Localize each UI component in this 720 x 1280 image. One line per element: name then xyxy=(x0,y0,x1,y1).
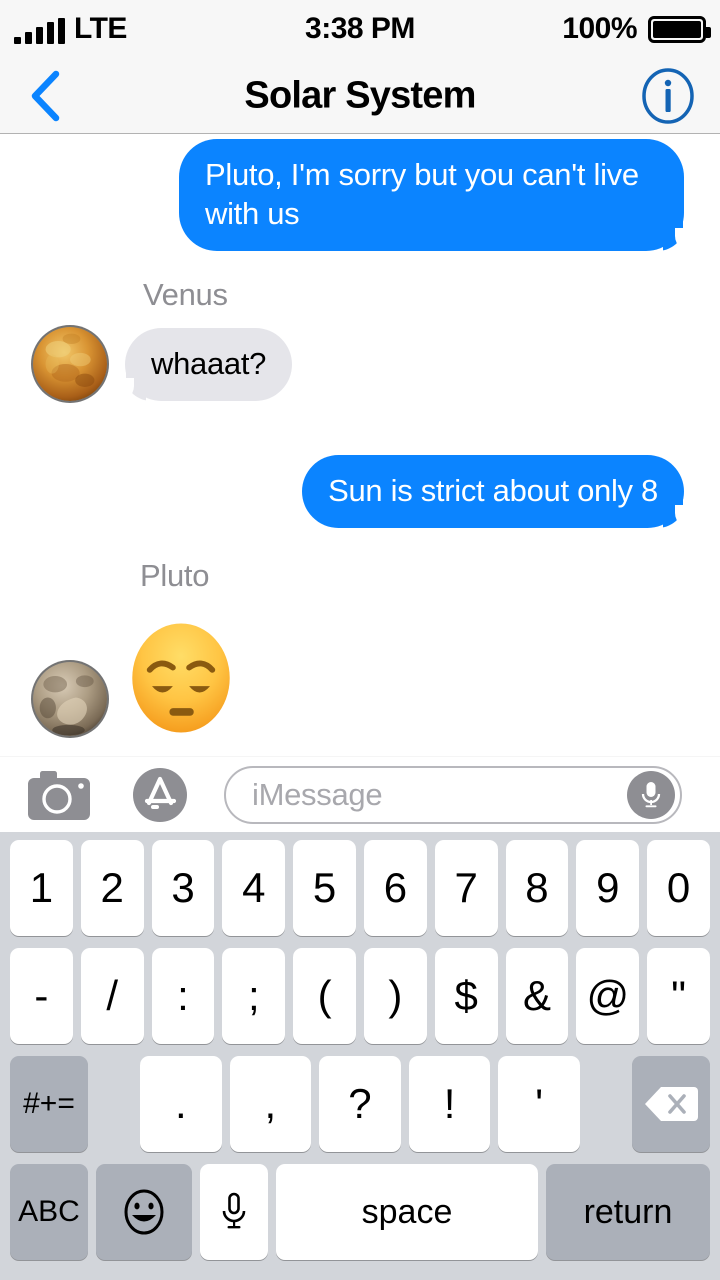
message-text: Sun is strict about only 8 xyxy=(328,473,658,509)
key-symbols-toggle[interactable]: #+= xyxy=(10,1056,88,1152)
key-ampersand[interactable]: & xyxy=(505,948,569,1044)
message-thread[interactable]: Pluto, I'm sorry but you can't live with… xyxy=(0,135,720,756)
venus-planet-avatar[interactable] xyxy=(33,327,107,402)
message-input-placeholder: iMessage xyxy=(252,776,383,812)
venus-planet-image xyxy=(33,327,107,402)
key-9[interactable]: 9 xyxy=(576,840,640,936)
key-period[interactable]: . xyxy=(140,1056,222,1152)
message-bubble-outgoing[interactable]: Pluto, I'm sorry but you can't live with… xyxy=(179,139,697,252)
bubble-tail xyxy=(663,217,697,252)
key-6[interactable]: 6 xyxy=(363,840,427,936)
key-8[interactable]: 8 xyxy=(505,840,569,936)
sender-name: Pluto xyxy=(140,558,210,594)
pluto-planet-avatar[interactable] xyxy=(33,662,107,737)
key-2[interactable]: 2 xyxy=(80,840,144,936)
info-circle-icon xyxy=(642,67,694,124)
message-text: whaaat? xyxy=(151,346,267,382)
message-emoji-large[interactable] xyxy=(123,620,239,736)
microphone-icon xyxy=(222,1192,246,1229)
key-0[interactable]: 0 xyxy=(647,840,710,936)
key-4[interactable]: 4 xyxy=(222,840,286,936)
key-question[interactable]: ? xyxy=(319,1056,401,1152)
app-store-icon xyxy=(133,767,187,822)
emoji-smiley-icon xyxy=(124,1189,164,1235)
battery-full-icon xyxy=(648,15,711,43)
keyboard-row-numbers: 1 2 3 4 5 6 7 8 9 0 xyxy=(0,840,720,936)
info-button[interactable] xyxy=(640,67,696,124)
pensive-face-emoji xyxy=(132,623,230,733)
message-text: Pluto, I'm sorry but you can't live with… xyxy=(205,157,639,232)
key-1[interactable]: 1 xyxy=(10,840,73,936)
microphone-icon xyxy=(641,781,661,807)
keyboard-row-bottom: ABC space return xyxy=(0,1164,720,1260)
keyboard-spacer xyxy=(92,1056,136,1152)
delete-backspace-icon xyxy=(644,1087,698,1121)
key-emoji[interactable] xyxy=(96,1164,192,1260)
key-slash[interactable]: / xyxy=(80,948,144,1044)
key-exclamation[interactable]: ! xyxy=(408,1056,491,1152)
page-title: Solar System xyxy=(244,74,476,116)
imessage-screen: LTE 3:38 PM 100% Solar System Pluto, I'm… xyxy=(0,0,720,1280)
on-screen-keyboard: 1 2 3 4 5 6 7 8 9 0 - / : ; ( ) $ & @ " … xyxy=(0,832,720,1280)
sender-label-group: Pluto xyxy=(0,528,720,594)
battery-percent-label: 100% xyxy=(562,12,637,45)
key-paren-close[interactable]: ) xyxy=(363,948,427,1044)
camera-button[interactable] xyxy=(26,768,92,822)
message-row-incoming: whaaat? xyxy=(0,313,720,402)
keyboard-row-symbols: - / : ; ( ) $ & @ " xyxy=(0,948,720,1044)
key-7[interactable]: 7 xyxy=(434,840,498,936)
keyboard-row-punctuation: #+= . , ? ! ' xyxy=(0,1056,720,1152)
status-bar: LTE 3:38 PM 100% xyxy=(0,0,720,58)
sender-label-group: Venus xyxy=(0,251,720,313)
key-delete[interactable] xyxy=(631,1056,710,1152)
key-comma[interactable]: , xyxy=(229,1056,312,1152)
status-bar-right: 100% xyxy=(562,12,711,46)
message-row-outgoing: Pluto, I'm sorry but you can't live with… xyxy=(0,139,720,252)
key-apostrophe[interactable]: ' xyxy=(498,1056,580,1152)
camera-icon xyxy=(28,770,90,820)
key-5[interactable]: 5 xyxy=(293,840,356,936)
key-hyphen[interactable]: - xyxy=(10,948,73,1044)
key-3[interactable]: 3 xyxy=(151,840,215,936)
key-space[interactable]: space xyxy=(276,1164,538,1260)
keyboard-spacer xyxy=(584,1056,628,1152)
key-at[interactable]: @ xyxy=(576,948,640,1044)
dictation-button[interactable] xyxy=(627,770,675,819)
key-dollar[interactable]: $ xyxy=(434,948,498,1044)
navigation-bar: Solar System xyxy=(0,58,720,134)
message-row-incoming xyxy=(0,594,720,737)
key-return[interactable]: return xyxy=(546,1164,710,1260)
message-input-bar: iMessage xyxy=(0,756,720,832)
key-quote-double[interactable]: " xyxy=(647,948,710,1044)
message-bubble-incoming[interactable]: whaaat? xyxy=(112,328,293,402)
bubble-tail xyxy=(663,494,697,529)
message-input-field[interactable]: iMessage xyxy=(224,765,682,824)
message-row-outgoing: Sun is strict about only 8 xyxy=(0,401,720,529)
pluto-planet-image xyxy=(33,662,107,737)
bubble-tail xyxy=(112,367,146,402)
app-store-button[interactable] xyxy=(130,763,194,827)
key-abc-toggle[interactable]: ABC xyxy=(10,1164,88,1260)
key-paren-open[interactable]: ( xyxy=(293,948,356,1044)
key-dictation[interactable] xyxy=(200,1164,268,1260)
key-semicolon[interactable]: ; xyxy=(222,948,286,1044)
key-colon[interactable]: : xyxy=(151,948,215,1044)
message-bubble-outgoing[interactable]: Sun is strict about only 8 xyxy=(302,455,697,529)
sender-name: Venus xyxy=(143,277,228,313)
